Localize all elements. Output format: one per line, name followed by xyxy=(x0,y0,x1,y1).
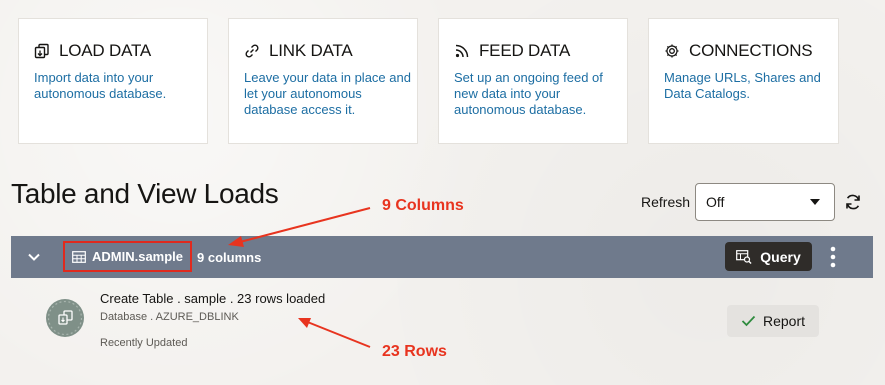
page-title: Table and View Loads xyxy=(11,178,279,209)
card-title: LINK DATA xyxy=(269,41,353,60)
load-item-title: Create Table . sample . 23 rows loaded xyxy=(100,291,326,306)
link-data-card-header: LINK DATA xyxy=(244,41,353,61)
card-description[interactable]: Manage URLs, Shares and Data Catalogs. xyxy=(664,70,834,102)
load-item-source: Database . AZURE_DBLINK xyxy=(100,311,239,323)
query-icon xyxy=(736,249,752,264)
refresh-icon[interactable] xyxy=(843,192,863,212)
chevron-down-icon xyxy=(810,199,820,205)
more-options-icon[interactable] xyxy=(828,245,838,269)
refresh-select-value: Off xyxy=(706,194,725,210)
feed-icon xyxy=(455,44,469,58)
query-button-label: Query xyxy=(760,248,801,265)
card-description[interactable]: Import data into your autonomous databas… xyxy=(34,70,204,102)
table-name: ADMIN.sample xyxy=(92,249,184,264)
load-data-card[interactable]: LOAD DATA Import data into your autonomo… xyxy=(18,18,208,144)
refresh-label: Refresh xyxy=(641,194,691,210)
card-description[interactable]: Leave your data in place and let your au… xyxy=(244,70,414,118)
load-item-status: Recently Updated xyxy=(100,337,188,349)
rows-annotation: 23 Rows xyxy=(382,343,447,360)
refresh-select[interactable]: Off xyxy=(695,183,835,221)
feed-data-card-header: FEED DATA xyxy=(454,41,570,61)
columns-annotation: 9 Columns xyxy=(382,197,464,214)
load-header-bar: ADMIN.sample 9 columns Query xyxy=(11,236,873,278)
checkmark-icon xyxy=(741,315,756,327)
column-count: 9 columns xyxy=(197,250,262,265)
load-item-avatar xyxy=(46,299,84,337)
card-title: CONNECTIONS xyxy=(689,41,813,60)
connections-card[interactable]: CONNECTIONS Manage URLs, Shares and Data… xyxy=(648,18,839,144)
feed-data-card[interactable]: FEED DATA Set up an ongoing feed of new … xyxy=(438,18,628,144)
card-title: FEED DATA xyxy=(479,41,571,60)
query-button[interactable]: Query xyxy=(725,242,812,271)
table-name-highlight[interactable]: ADMIN.sample xyxy=(63,241,192,272)
gear-icon xyxy=(665,44,679,58)
table-icon xyxy=(72,250,86,263)
load-data-card-header: LOAD DATA xyxy=(34,41,151,61)
card-description[interactable]: Set up an ongoing feed of new data into … xyxy=(454,70,624,118)
link-data-card[interactable]: LINK DATA Leave your data in place and l… xyxy=(228,18,418,144)
load-data-icon xyxy=(34,43,49,59)
connections-card-header: CONNECTIONS xyxy=(664,41,813,61)
load-data-icon xyxy=(47,300,83,336)
link-icon xyxy=(245,44,259,58)
rows-arrow xyxy=(298,318,371,348)
report-button[interactable]: Report xyxy=(727,305,819,337)
report-button-label: Report xyxy=(762,313,806,329)
card-title: LOAD DATA xyxy=(59,41,152,60)
chevron-down-icon[interactable] xyxy=(27,251,41,263)
